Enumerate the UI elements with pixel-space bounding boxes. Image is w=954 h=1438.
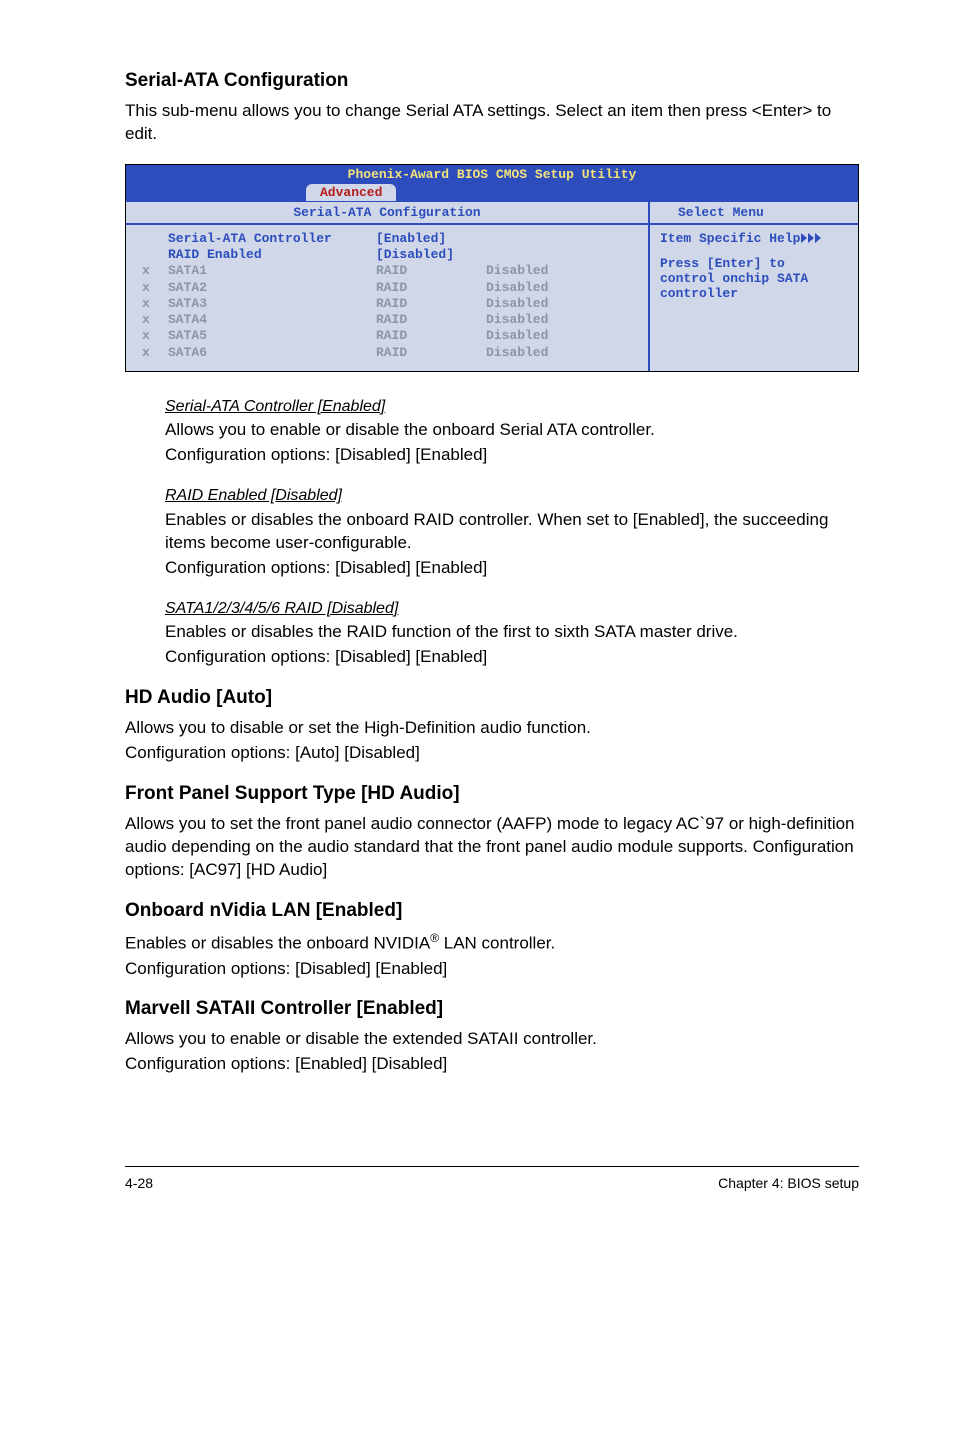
section-heading-onboard-lan: Onboard nVidia LAN [Enabled] [125,900,859,922]
body-text: Allows you to disable or set the High-De… [125,717,859,740]
bios-help-text: Press [Enter] to [660,256,848,271]
bios-item-label: SATA4 [168,312,376,328]
bios-item-value: Disabled [486,296,586,312]
bios-item-mid: RAID [376,328,486,344]
body-text: Enables or disables the onboard RAID con… [165,509,859,555]
bios-item-label: Serial-ATA Controller [168,231,376,247]
bios-help-title: Item Specific Help [660,231,800,246]
bios-row-marker: x [142,280,168,296]
body-text: Allows you to enable or disable the onbo… [165,419,859,442]
bios-row-marker: x [142,328,168,344]
bios-row-marker: x [142,296,168,312]
page-number: 4-28 [125,1175,153,1191]
bios-item-mid: RAID [376,296,486,312]
body-text: Configuration options: [Enabled] [Disabl… [125,1053,859,1076]
bios-item-value: [Enabled] [376,231,486,247]
bios-item-label: RAID Enabled [168,247,376,263]
bios-row-marker: x [142,345,168,361]
chevron-right-icon [815,233,821,243]
bios-item-value: Disabled [486,263,586,279]
bios-help-text: control onchip SATA [660,271,848,286]
body-text: Configuration options: [Disabled] [Enabl… [165,646,859,669]
bios-tab-advanced: Advanced [306,184,396,201]
chevron-right-icon [801,233,807,243]
bios-title: Phoenix-Award BIOS CMOS Setup Utility [126,165,858,184]
subheading: RAID Enabled [Disabled] [165,485,859,507]
bios-item-mid: RAID [376,263,486,279]
subheading: Serial-ATA Controller [Enabled] [165,396,859,418]
bios-item-value: Disabled [486,312,586,328]
bios-subheader: Serial-ATA Configuration Select Menu [126,201,858,225]
page-footer: 4-28 Chapter 4: BIOS setup [125,1166,859,1191]
section-intro: This sub-menu allows you to change Seria… [125,100,859,146]
body-text: Allows you to set the front panel audio … [125,813,859,882]
bios-item-label: SATA2 [168,280,376,296]
chevron-right-icon [808,233,814,243]
bios-item-value: Disabled [486,328,586,344]
bios-subheader-right: Select Menu [648,202,858,223]
body-text: Enables or disables the RAID function of… [165,621,859,644]
body-text: Configuration options: [Disabled] [Enabl… [165,444,859,467]
body-text: Configuration options: [Disabled] [Enabl… [125,958,859,981]
bios-item-value: [Disabled] [376,247,486,263]
bios-tabs: Advanced [126,184,858,201]
bios-item-value: Disabled [486,280,586,296]
bios-subheader-left: Serial-ATA Configuration [126,202,648,223]
chapter-label: Chapter 4: BIOS setup [718,1175,859,1191]
section-heading-marvell: Marvell SATAII Controller [Enabled] [125,998,859,1020]
bios-help-panel: Item Specific Help Press [Enter] to cont… [648,225,858,371]
bios-main-panel: Serial-ATA Controller [Enabled] RAID Ena… [126,225,648,371]
body-text: Configuration options: [Disabled] [Enabl… [165,557,859,580]
bios-item-mid: RAID [376,312,486,328]
bios-item-label: SATA6 [168,345,376,361]
section-heading-front-panel: Front Panel Support Type [HD Audio] [125,783,859,805]
bios-item-label: SATA5 [168,328,376,344]
bios-item-label: SATA1 [168,263,376,279]
bios-item-mid: RAID [376,280,486,296]
bios-help-text: controller [660,286,848,301]
body-text: Allows you to enable or disable the exte… [125,1028,859,1051]
bios-item-mid: RAID [376,345,486,361]
bios-screenshot: Phoenix-Award BIOS CMOS Setup Utility Ad… [125,164,859,372]
subheading: SATA1/2/3/4/5/6 RAID [Disabled] [165,598,859,620]
bios-row-marker: x [142,263,168,279]
bios-row-marker: x [142,312,168,328]
section-heading-hd-audio: HD Audio [Auto] [125,687,859,709]
body-text: Configuration options: [Auto] [Disabled] [125,742,859,765]
section-heading-serial-ata: Serial-ATA Configuration [125,70,859,92]
bios-item-value: Disabled [486,345,586,361]
bios-item-label: SATA3 [168,296,376,312]
body-text: Enables or disables the onboard NVIDIA® … [125,930,859,956]
